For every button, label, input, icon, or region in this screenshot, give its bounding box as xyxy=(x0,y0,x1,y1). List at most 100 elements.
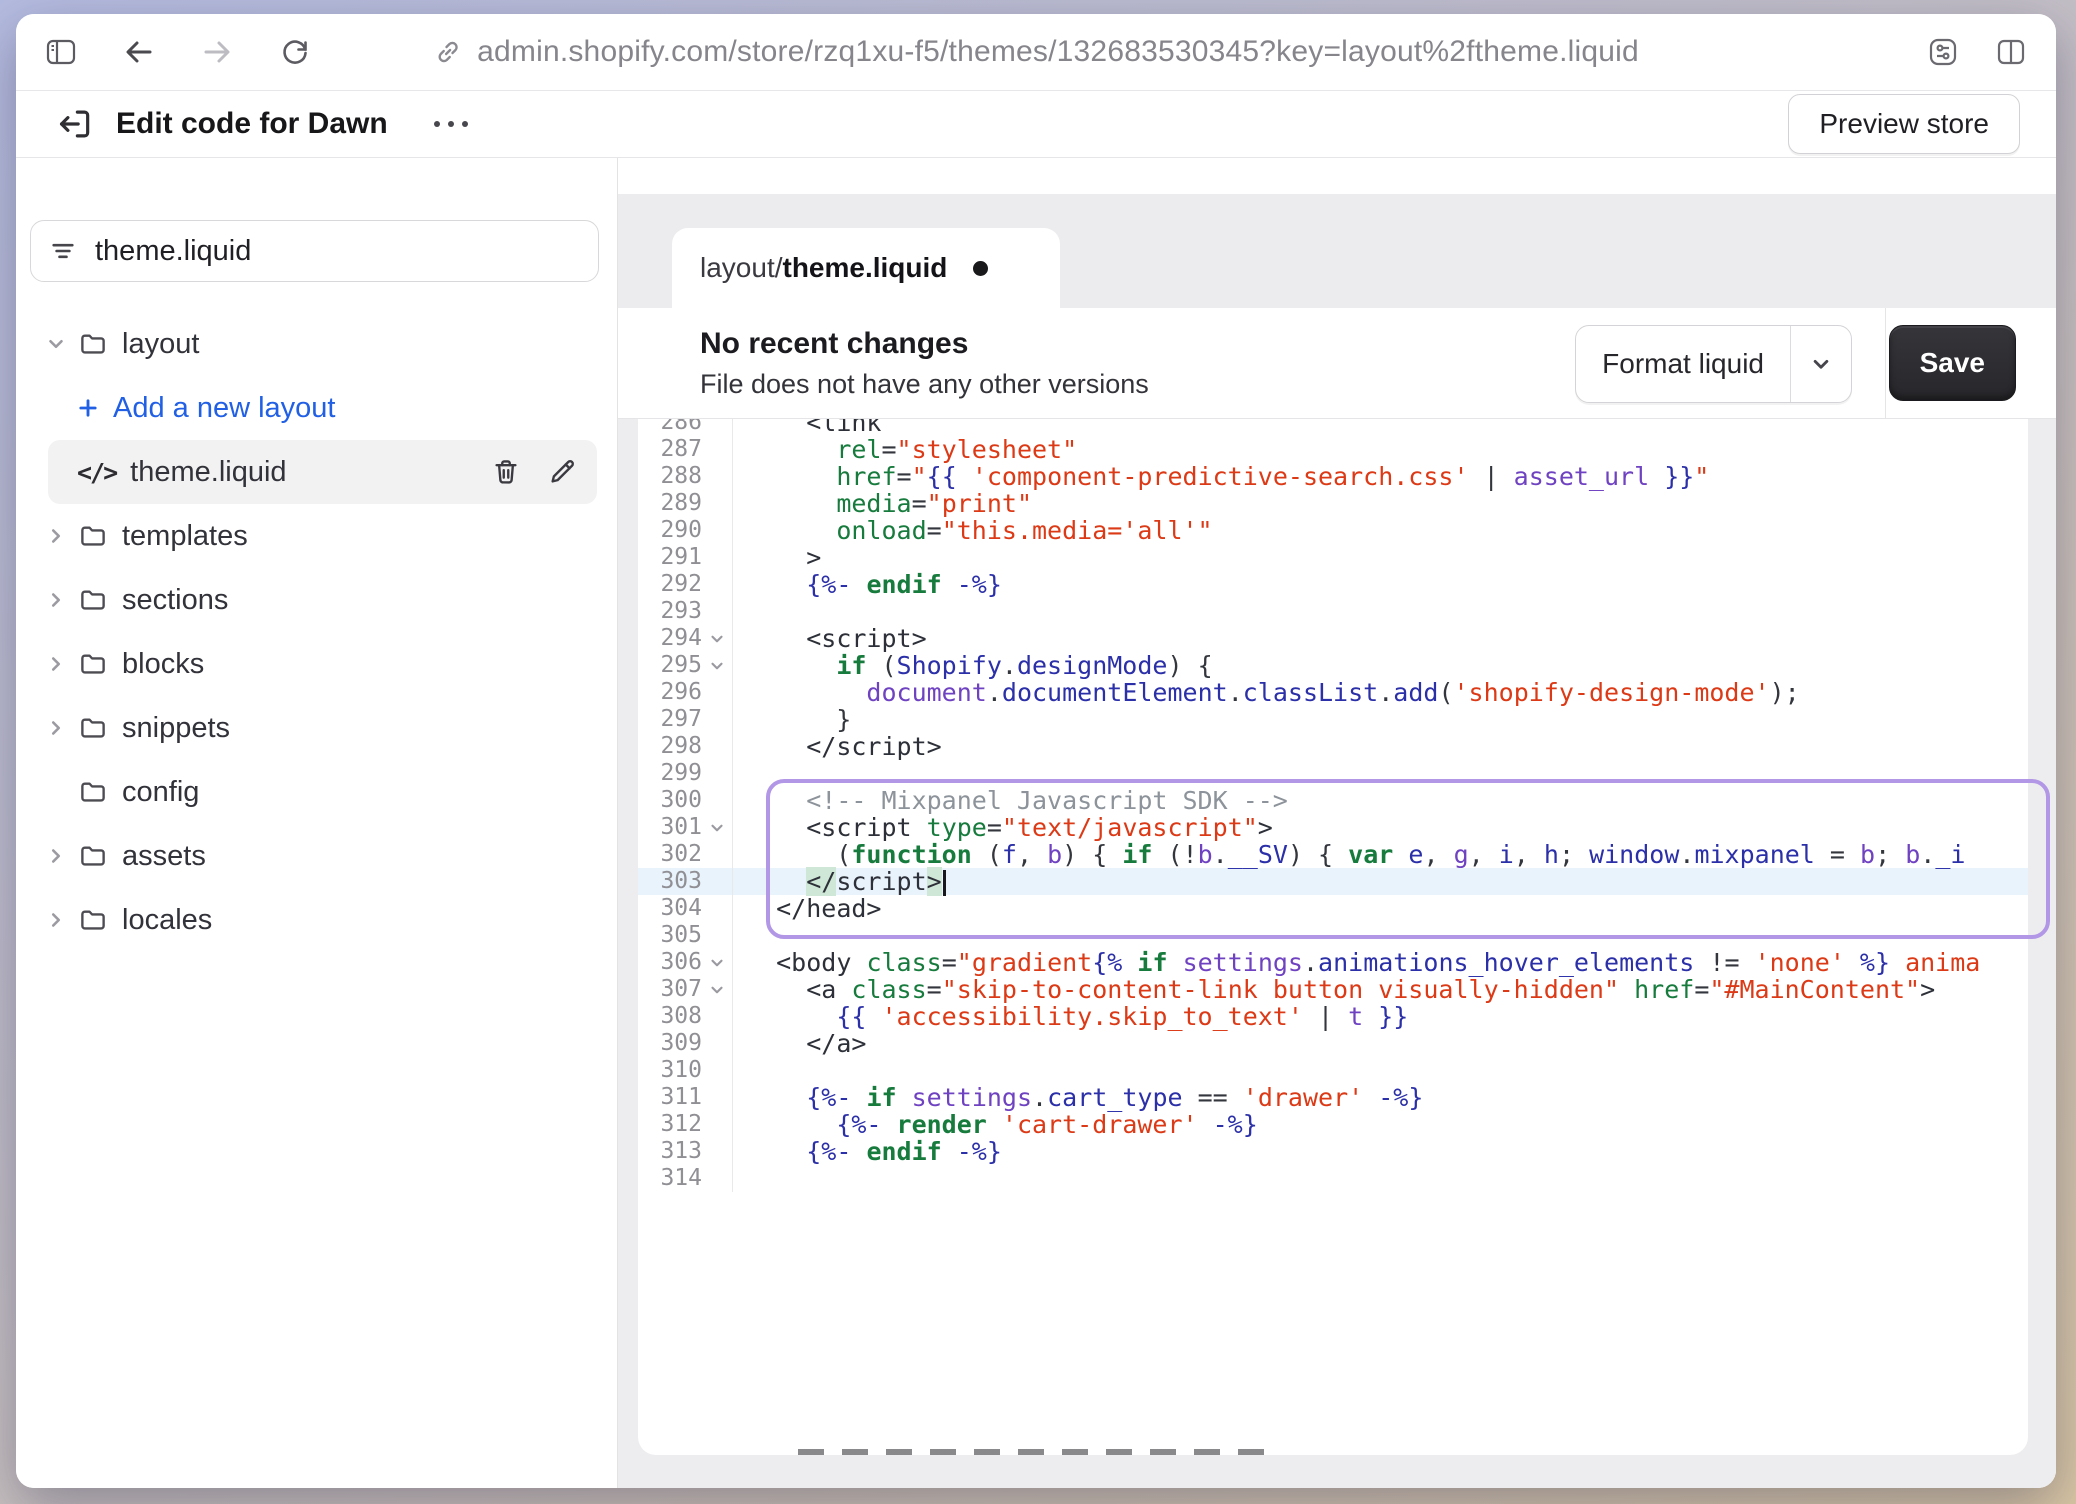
sidebar-item-add-a-new-layout[interactable]: Add a new layout xyxy=(16,376,617,440)
line-number: 305 xyxy=(638,922,702,949)
chevron-right-icon[interactable] xyxy=(45,717,67,739)
fold-toggle[interactable] xyxy=(702,625,732,652)
code-line[interactable]: 289 media="print" xyxy=(638,490,2028,517)
fold-toggle xyxy=(702,1084,732,1111)
sidebar-item-templates[interactable]: templates xyxy=(16,504,617,568)
code-line[interactable]: 293 xyxy=(638,598,2028,625)
format-dropdown-toggle[interactable] xyxy=(1790,326,1851,402)
code-line[interactable]: 303 </script> xyxy=(638,868,2028,895)
preview-store-button[interactable]: Preview store xyxy=(1788,94,2020,154)
fold-toggle xyxy=(702,1111,732,1138)
chevron-right-icon[interactable] xyxy=(45,589,67,611)
code-line[interactable]: 297 } xyxy=(638,706,2028,733)
format-liquid-button[interactable]: Format liquid xyxy=(1575,325,1852,403)
code-line[interactable]: 307 <a class="skip-to-content-link butto… xyxy=(638,976,2028,1003)
sidebar-item-label: blocks xyxy=(122,648,204,681)
search-input[interactable] xyxy=(93,234,517,269)
code-line[interactable]: 300 <!-- Mixpanel Javascript SDK --> xyxy=(638,787,2028,814)
code-line[interactable]: 299 xyxy=(638,760,2028,787)
fold-chevron-icon xyxy=(708,630,726,648)
folder-icon xyxy=(78,777,108,807)
sidebar-item-blocks[interactable]: blocks xyxy=(16,632,617,696)
back-button[interactable] xyxy=(122,35,156,69)
line-number: 297 xyxy=(638,706,702,733)
code-line[interactable]: 305 xyxy=(638,922,2028,949)
code-line[interactable]: 287 rel="stylesheet" xyxy=(638,436,2028,463)
page-title: Edit code for Dawn xyxy=(116,107,388,141)
fold-chevron-icon xyxy=(708,819,726,837)
code-line[interactable]: 304 </head> xyxy=(638,895,2028,922)
code-line[interactable]: 313 {%- endif -%} xyxy=(638,1138,2028,1165)
sidebar-item-sections[interactable]: sections xyxy=(16,568,617,632)
fold-toggle xyxy=(702,463,732,490)
split-view-icon[interactable] xyxy=(1994,35,2028,69)
code-line[interactable]: 292 {%- endif -%} xyxy=(638,571,2028,598)
sidebar-item-assets[interactable]: assets xyxy=(16,824,617,888)
code-line[interactable]: 298 </script> xyxy=(638,733,2028,760)
fold-toggle[interactable] xyxy=(702,814,732,841)
fold-toggle xyxy=(702,1138,732,1165)
code-line[interactable]: 295 if (Shopify.designMode) { xyxy=(638,652,2028,679)
fold-chevron-icon xyxy=(708,954,726,972)
filter-icon xyxy=(49,237,77,265)
code-file-icon: </> xyxy=(77,458,116,487)
fold-toggle[interactable] xyxy=(702,976,732,1003)
code-editor[interactable]: 286 <link287 rel="stylesheet"288 href="{… xyxy=(638,419,2028,1455)
code-line[interactable]: 314 xyxy=(638,1165,2028,1192)
code-line[interactable]: 290 onload="this.media='all'" xyxy=(638,517,2028,544)
code-line[interactable]: 306 <body class="gradient{% if settings.… xyxy=(638,949,2028,976)
code-line[interactable]: 308 {{ 'accessibility.skip_to_text' | t … xyxy=(638,1003,2028,1030)
fold-chevron-icon xyxy=(708,981,726,999)
folder-icon xyxy=(78,521,108,551)
code-line[interactable]: 301 <script type="text/javascript"> xyxy=(638,814,2028,841)
code-line[interactable]: 291 > xyxy=(638,544,2028,571)
chevron-down-icon xyxy=(1808,351,1834,377)
line-number: 295 xyxy=(638,652,702,679)
code-line[interactable]: 286 <link xyxy=(638,419,2028,436)
code-line[interactable]: 312 {%- render 'cart-drawer' -%} xyxy=(638,1111,2028,1138)
fold-toggle xyxy=(702,571,732,598)
code-line[interactable]: 294 <script> xyxy=(638,625,2028,652)
code-line[interactable]: 311 {%- if settings.cart_type == 'drawer… xyxy=(638,1084,2028,1111)
exit-icon[interactable] xyxy=(56,105,94,143)
line-number: 287 xyxy=(638,436,702,463)
address-bar[interactable]: admin.shopify.com/store/rzq1xu-f5/themes… xyxy=(433,35,1639,69)
text-cursor xyxy=(943,870,946,896)
fold-toggle xyxy=(702,895,732,922)
sidebar-item-config[interactable]: config xyxy=(16,760,617,824)
code-line[interactable]: 302 (function (f, b) { if (!b.__SV) { va… xyxy=(638,841,2028,868)
extensions-icon[interactable] xyxy=(1926,35,1960,69)
sidebar-item-locales[interactable]: locales xyxy=(16,888,617,952)
sidebar-item-snippets[interactable]: snippets xyxy=(16,696,617,760)
forward-button[interactable] xyxy=(200,35,234,69)
chevron-down-icon[interactable] xyxy=(45,333,67,355)
line-number: 292 xyxy=(638,571,702,598)
chevron-right-icon[interactable] xyxy=(45,909,67,931)
sidebar-item-theme-liquid[interactable]: </>theme.liquid xyxy=(48,440,597,504)
folder-icon xyxy=(78,585,108,615)
sidebar-item-layout[interactable]: layout xyxy=(16,312,617,376)
line-number: 307 xyxy=(638,976,702,1003)
browser-window: admin.shopify.com/store/rzq1xu-f5/themes… xyxy=(16,14,2056,1488)
reload-button[interactable] xyxy=(278,35,312,69)
code-line[interactable]: 288 href="{{ 'component-predictive-searc… xyxy=(638,463,2028,490)
tab-theme-liquid[interactable]: layout/theme.liquid xyxy=(672,228,1060,308)
code-line[interactable]: 310 xyxy=(638,1057,2028,1084)
folder-icon xyxy=(78,841,108,871)
chevron-right-icon[interactable] xyxy=(45,845,67,867)
code-line[interactable]: 296 document.documentElement.classList.a… xyxy=(638,679,2028,706)
save-button[interactable]: Save xyxy=(1889,325,2016,401)
sidebar-toggle-icon[interactable] xyxy=(44,35,78,69)
more-actions-button[interactable] xyxy=(424,111,478,137)
fold-toggle[interactable] xyxy=(702,652,732,679)
link-icon xyxy=(433,37,463,67)
fold-toggle[interactable] xyxy=(702,949,732,976)
code-line[interactable]: 309 </a> xyxy=(638,1030,2028,1057)
chevron-right-icon[interactable] xyxy=(45,525,67,547)
folder-icon xyxy=(78,649,108,679)
delete-icon[interactable] xyxy=(491,457,521,487)
chevron-right-icon[interactable] xyxy=(45,653,67,675)
folder-icon xyxy=(78,713,108,743)
file-search-box[interactable] xyxy=(30,220,599,282)
edit-icon[interactable] xyxy=(547,457,577,487)
